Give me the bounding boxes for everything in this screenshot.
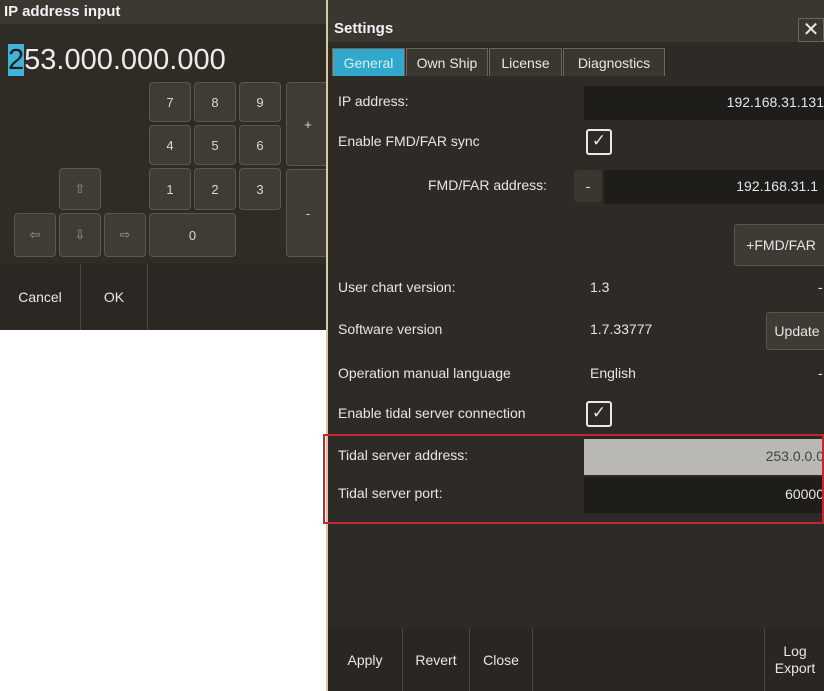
manual-language-label: Operation manual language [338, 365, 511, 381]
chart-version-row: User chart version: 1.3 - [328, 270, 824, 306]
ip-address-input-dialog: IP address input 253.000.000.000 7 8 9 +… [0, 0, 330, 330]
update-button[interactable]: Update [766, 312, 824, 350]
key-7[interactable]: 7 [149, 82, 191, 122]
fmd-sync-checkbox[interactable]: ✓ [586, 129, 612, 155]
ip-dialog-title: IP address input [0, 0, 330, 24]
manual-language-row: Operation manual language English - [328, 356, 824, 392]
key-2[interactable]: 2 [194, 168, 236, 210]
key-1[interactable]: 1 [149, 168, 191, 210]
fmd-address-row: FMD/FAR address: - 192.168.31.1 [328, 168, 824, 204]
key-0[interactable]: 0 [149, 213, 236, 257]
software-version-label: Software version [338, 321, 443, 337]
tab-license[interactable]: License [489, 48, 562, 76]
settings-title: Settings [334, 20, 394, 37]
software-version-value: 1.7.33777 [590, 321, 653, 337]
tab-diagnostics[interactable]: Diagnostics [563, 48, 665, 76]
apply-button[interactable]: Apply [328, 628, 402, 691]
settings-titlebar: Settings ✕ [328, 0, 824, 42]
settings-footer: Apply Revert Close Log Export [328, 628, 824, 691]
tidal-enable-label: Enable tidal server connection [338, 405, 526, 421]
tab-own-ship[interactable]: Own Ship [406, 48, 488, 76]
manual-language-value[interactable]: English [590, 365, 636, 381]
ip-cursor-digit: 2 [8, 44, 25, 76]
footer-divider [147, 264, 148, 330]
software-version-row: Software version 1.7.33777 Update [328, 312, 824, 350]
key-5[interactable]: 5 [194, 125, 236, 165]
checkmark-icon: ✓ [591, 403, 607, 422]
chart-version-label: User chart version: [338, 279, 456, 295]
arrow-down-key[interactable]: ⇩ [59, 213, 101, 257]
fmd-sync-row: Enable FMD/FAR sync ✓ [328, 124, 824, 160]
revert-button[interactable]: Revert [403, 628, 469, 691]
log-export-label-line2: Export [774, 659, 816, 676]
close-icon[interactable]: ✕ [798, 18, 824, 42]
ip-address-label: IP address: [338, 93, 409, 109]
log-export-button[interactable]: Log Export [765, 628, 824, 691]
tidal-enable-row: Enable tidal server connection ✓ [328, 396, 824, 432]
ip-dialog-footer: Cancel OK [0, 264, 330, 330]
add-fmd-far-button[interactable]: +FMD/FAR [734, 224, 824, 266]
ok-button[interactable]: OK [81, 264, 147, 330]
footer-divider [532, 628, 533, 691]
key-6[interactable]: 6 [239, 125, 281, 165]
tab-general[interactable]: General [332, 48, 405, 76]
manual-language-dropdown[interactable]: - [818, 365, 823, 381]
highlight-annotation [323, 434, 824, 524]
ip-address-row: IP address: 192.168.31.131 [328, 84, 824, 120]
key-minus[interactable]: - [286, 169, 330, 257]
settings-window: Settings ✕ General Own Ship License Diag… [326, 0, 824, 691]
fmd-address-label: FMD/FAR address: [428, 177, 548, 193]
arrow-up-key[interactable]: ⇧ [59, 168, 101, 210]
chart-version-value: 1.3 [590, 279, 610, 295]
key-8[interactable]: 8 [194, 82, 236, 122]
checkmark-icon: ✓ [591, 131, 607, 150]
tidal-enable-checkbox[interactable]: ✓ [586, 401, 612, 427]
key-4[interactable]: 4 [149, 125, 191, 165]
ip-address-field[interactable]: 192.168.31.131 [584, 86, 824, 120]
key-plus[interactable]: + [286, 82, 330, 166]
key-9[interactable]: 9 [239, 82, 281, 122]
ip-value-display[interactable]: 253.000.000.000 [0, 38, 330, 78]
arrow-left-key[interactable]: ⇦ [14, 213, 56, 257]
key-3[interactable]: 3 [239, 168, 281, 210]
ip-value-rest: 53.000.000.000 [24, 44, 226, 76]
fmd-sync-label: Enable FMD/FAR sync [338, 133, 480, 149]
arrow-right-key[interactable]: ⇨ [104, 213, 146, 257]
fmd-address-remove-button[interactable]: - [574, 170, 602, 202]
close-button[interactable]: Close [470, 628, 532, 691]
fmd-address-field[interactable]: 192.168.31.1 [604, 170, 824, 204]
cancel-button[interactable]: Cancel [0, 264, 80, 330]
log-export-label-line1: Log [783, 642, 807, 659]
chart-version-dropdown[interactable]: - [818, 279, 823, 295]
